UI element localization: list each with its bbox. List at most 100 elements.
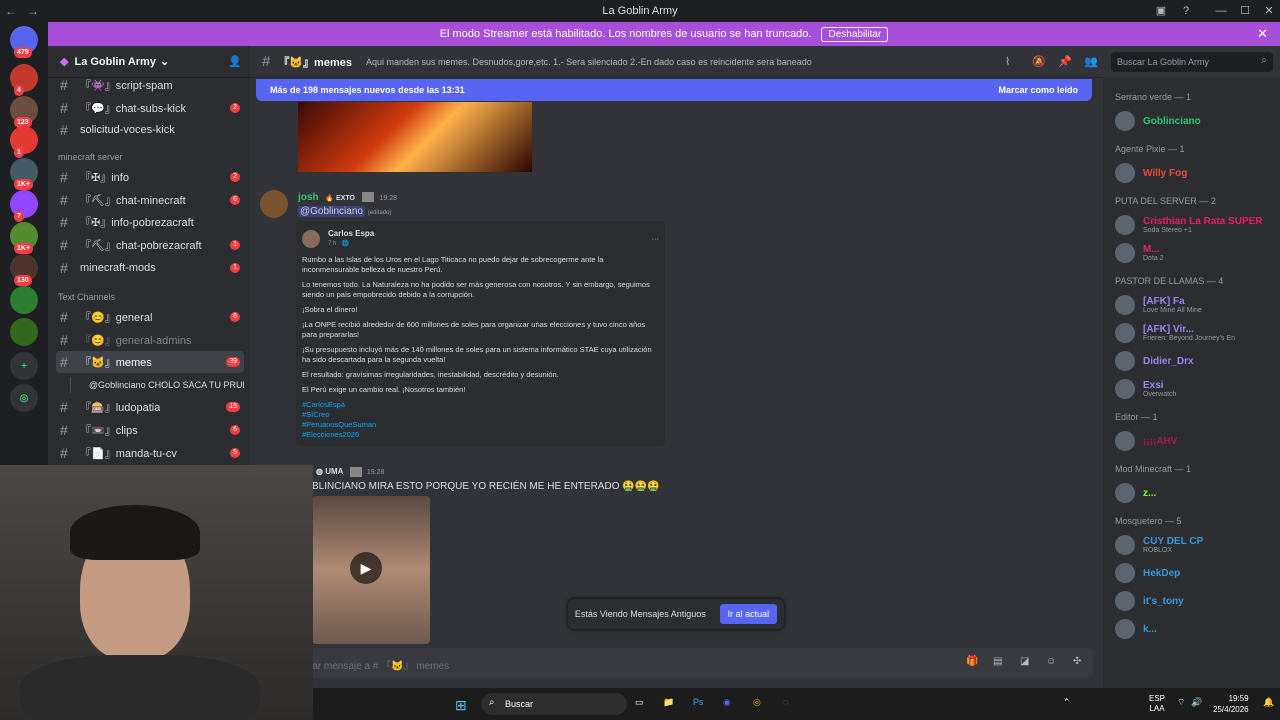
hashtag-link[interactable]: #CarlosEspá [302,400,659,410]
mark-as-read-button[interactable]: Marcar como leído [998,85,1078,95]
member-item[interactable]: Exsi Overwatch [1115,376,1277,402]
channel-item[interactable]: # 『😊』general-admins [56,329,244,351]
unread-badge: 5 [230,447,240,458]
close-window-button[interactable]: ✕ [1258,0,1280,22]
channel-topic[interactable]: Aqui manden sus memes. Desnudos,gore,etc… [366,57,826,67]
server-icon-5[interactable]: 7 [10,190,38,222]
server-icon-6[interactable]: 1K+ [10,222,38,254]
server-icon-8[interactable] [10,286,38,314]
notifications-icon[interactable]: 🔔 [1263,697,1274,708]
hashtag-link[interactable]: #PeruanosQueSuman [302,420,659,430]
sticker-icon[interactable]: ◪ [1020,656,1029,667]
add-member-icon[interactable]: 👤 [228,55,242,68]
channel-item[interactable]: # 『👾』script-spam [56,74,244,96]
channel-item[interactable]: # 『✠』info 2 [56,166,244,188]
member-item[interactable]: Willy Fog [1115,160,1277,186]
channel-item[interactable]: # 『📼』clips 6 [56,419,244,441]
threads-icon[interactable]: ⌇ [1005,55,1010,68]
category-text-channels[interactable]: Text Channels [58,292,115,302]
app-icon[interactable]: ◌ [783,697,788,707]
add-server-icon[interactable]: + [10,352,38,380]
member-item[interactable]: [AFK] Vir... Frieren: Beyond Journey's En [1115,320,1277,346]
photoshop-icon[interactable]: Ps [693,697,704,707]
channel-item[interactable]: @Goblinciano CHOLO SACA TU PRUE... [56,374,244,396]
server-icon-2[interactable]: 123 [10,96,38,128]
play-icon[interactable]: ▶ [350,552,382,584]
member-list-icon[interactable]: 👥 [1084,55,1098,68]
member-item[interactable]: Cristhian La Rata SUPER Soda Stereo +1 [1115,212,1277,238]
avatar[interactable] [260,190,288,218]
channel-item[interactable]: # 『⛏』chat-minecraft 6 [56,189,244,211]
member-item[interactable]: M... Dota 2 [1115,240,1277,266]
jump-to-present-button[interactable]: Ir al actual [719,604,778,624]
gif-icon[interactable]: ▤ [993,656,1002,667]
file-explorer-icon[interactable]: 📁 [663,697,674,708]
member-item[interactable]: ¡¡¡¡AHV [1115,428,1277,454]
hashtag-link[interactable]: #SíCreo [302,410,659,420]
role-tag: 🔥 EXTO [325,195,355,202]
channel-item[interactable]: # 『🎰』ludopatia 15 [56,396,244,418]
author-name[interactable]: josh [298,192,319,203]
server-icon-9[interactable] [10,318,38,346]
server-icon-4[interactable]: 1K+ [10,158,38,190]
member-item[interactable]: HekDep [1115,560,1277,586]
discord-icon[interactable]: ◉ [723,697,731,708]
member-item[interactable]: z... [1115,480,1277,506]
close-icon[interactable]: ✕ [1257,26,1268,42]
language-indicator[interactable]: ESP LAA [1149,694,1165,714]
video-attachment[interactable]: ▶ [312,496,430,644]
hash-icon: # [60,309,68,325]
server-icon-7[interactable]: 130 [10,254,38,286]
message-input[interactable]: iar mensaje a # 『🐱』 memes 🎁 ▤ ◪ ☺ ✣ [298,648,1093,678]
windows-start-icon[interactable]: ⊞ [455,697,467,714]
pin-icon[interactable]: 📌 [1058,55,1072,68]
category-minecraft[interactable]: minecraft server [58,152,123,162]
emoji-icon[interactable]: ☺ [1046,656,1056,667]
server-icon-0[interactable]: 479 [10,26,38,58]
new-messages-bar[interactable]: Más de 198 mensajes nuevos desde las 13:… [256,79,1092,101]
server-icon-1[interactable]: 4 [10,64,38,96]
volume-icon[interactable]: 🔊 [1191,697,1202,708]
chrome-icon[interactable]: ◎ [753,697,761,708]
member-item[interactable]: CUY DEL CP ROBLOX [1115,532,1277,558]
wifi-icon[interactable]: ⌔ [1177,697,1185,708]
facebook-embed: Carlos Espa 7 h · 🌐 ··· Rumbo a las Isla… [296,221,665,446]
meme-image[interactable] [298,102,532,172]
member-item[interactable]: it's_tony [1115,588,1277,614]
mention[interactable]: @Goblinciano [298,206,365,217]
discover-icon[interactable]: ◎ [10,384,38,412]
channel-item[interactable]: # 『✠』info-pobrezacraft [56,211,244,233]
hashtag-link[interactable]: #Elecciones2026 [302,430,659,440]
member-name: [AFK] Fa [1143,296,1185,307]
help-icon[interactable]: ? [1175,0,1197,22]
taskbar-search[interactable]: ⌕ Buscar [481,693,627,715]
member-activity: Dota 2 [1143,255,1164,262]
minimize-button[interactable]: — [1210,0,1232,22]
search-input[interactable]: Buscar La Goblin Army ⌕ [1111,52,1273,72]
task-view-icon[interactable]: ▭ [635,697,644,708]
disable-streamer-button[interactable]: Deshabilitar [821,26,889,42]
channel-item[interactable]: # 『📄』manda-tu-cv 5 [56,442,244,464]
clock[interactable]: 19:59 25/4/2026 [1213,693,1249,715]
channel-item[interactable]: # 『🐱』memes 39 [56,351,244,374]
channel-item[interactable]: # 『💬』chat-subs-kick 2 [56,97,244,119]
notification-bell-icon[interactable]: 🔕 [1032,55,1046,68]
maximize-button[interactable]: ☐ [1234,0,1256,22]
inbox-icon[interactable]: ▣ [1150,0,1172,22]
member-item[interactable]: Goblinciano [1115,108,1277,134]
member-item[interactable]: Didier_Drx [1115,348,1277,374]
window-title: La Goblin Army [602,5,678,17]
more-icon[interactable]: ··· [652,234,660,244]
member-item[interactable]: [AFK] Fa Love Mine All Mine [1115,292,1277,318]
channel-item[interactable]: # solicitud-voces-kick [56,119,244,141]
channel-item[interactable]: # minecraft-mods 1 [56,257,244,279]
channel-item[interactable]: # 『😊』general 6 [56,306,244,328]
member-activity: Love Mine All Mine [1143,307,1202,314]
apps-icon[interactable]: ✣ [1073,656,1081,667]
hash-icon: # [60,444,68,461]
server-icon-3[interactable]: 1 [10,126,38,158]
channel-item[interactable]: # 『⛏』chat-pobrezacraft 1 [56,234,244,256]
chevron-up-icon[interactable]: ⌃ [1063,697,1071,708]
member-item[interactable]: k... [1115,616,1277,642]
gift-icon[interactable]: 🎁 [966,656,978,667]
